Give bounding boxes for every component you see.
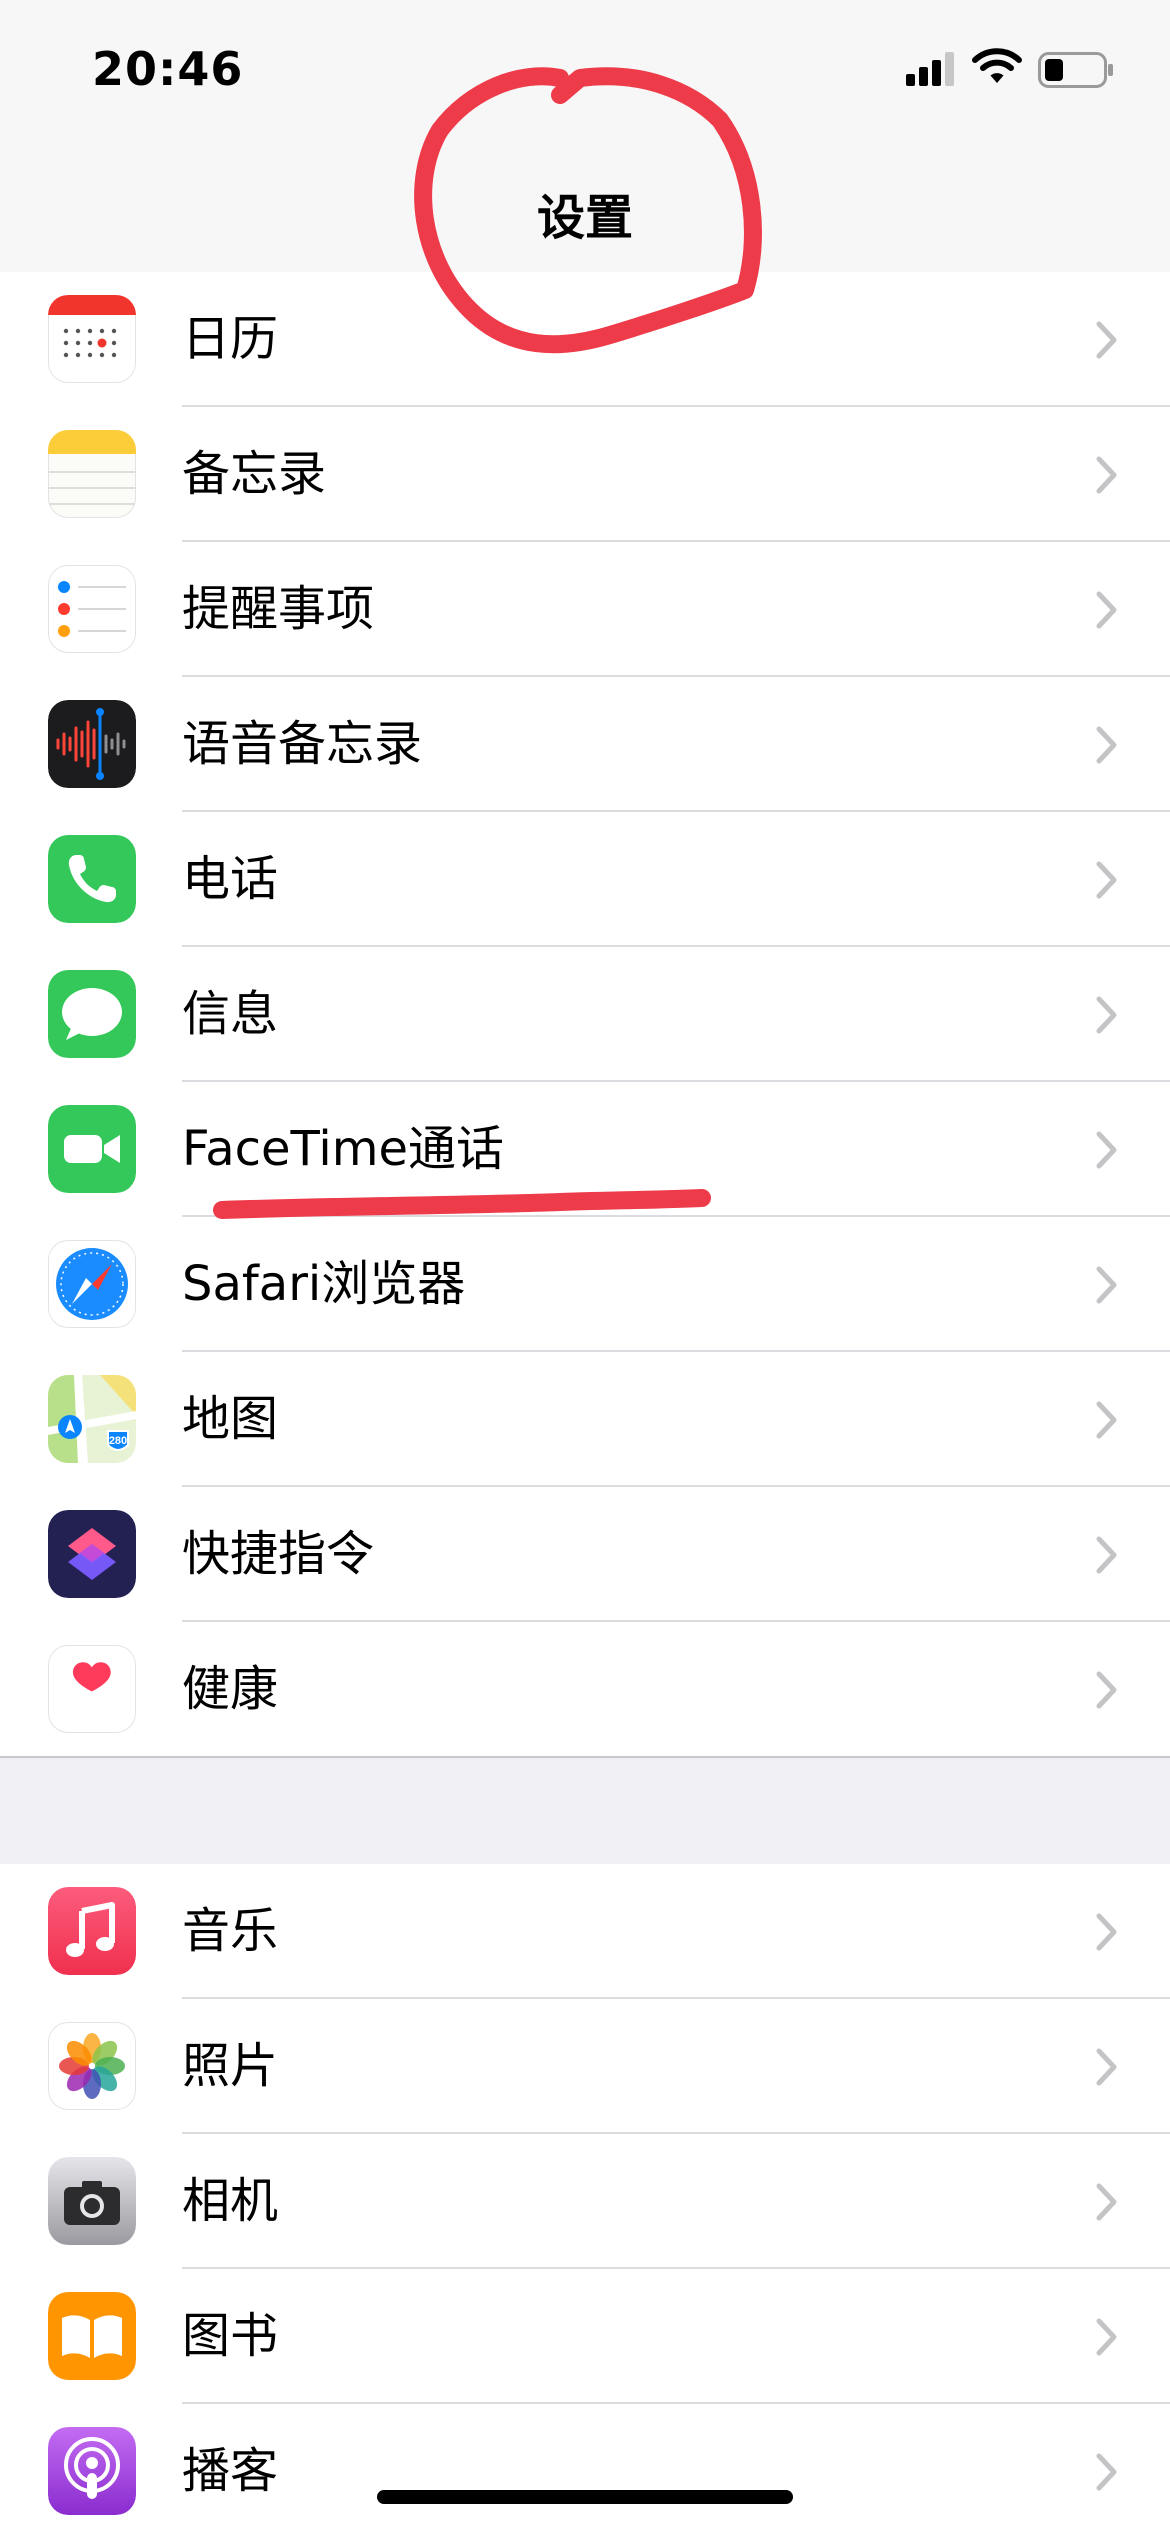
settings-row-label: 备忘录: [182, 446, 327, 502]
settings-row-label: 健康: [182, 1661, 279, 1717]
chevron-right-icon: [1096, 1671, 1117, 1709]
chevron-right-icon: [1096, 2183, 1117, 2221]
settings-row-safari[interactable]: Safari浏览器: [0, 1217, 1170, 1352]
status-time: 20:46: [92, 42, 244, 96]
settings-row-label: 相机: [182, 2173, 279, 2229]
settings-row-maps[interactable]: 280 地图: [0, 1352, 1170, 1487]
status-bar: 20:46: [0, 0, 1170, 150]
chevron-right-icon: [1096, 726, 1117, 764]
settings-row-books[interactable]: 图书: [0, 2269, 1170, 2404]
chevron-right-icon: [1096, 996, 1117, 1034]
settings-row-voice-memos[interactable]: 语音备忘录: [0, 677, 1170, 812]
music-icon: [48, 1887, 136, 1975]
notes-icon: [48, 430, 136, 518]
settings-group-apps-1: 日历 备忘录 提醒事项 语音备忘录 电话 信息 FaceTime通话 Safar…: [0, 272, 1170, 1757]
settings-row-label: Safari浏览器: [182, 1256, 466, 1312]
settings-row-label: 播客: [182, 2443, 279, 2499]
safari-icon: [48, 1240, 136, 1328]
chevron-right-icon: [1096, 1913, 1117, 1951]
settings-row-notes[interactable]: 备忘录: [0, 407, 1170, 542]
facetime-icon: [48, 1105, 136, 1193]
wifi-icon: [972, 48, 1022, 83]
settings-group-apps-2: 音乐 照片 相机 图书 播客: [0, 1864, 1170, 2539]
chevron-right-icon: [1096, 591, 1117, 629]
maps-route-badge: 280: [109, 1435, 127, 1447]
settings-row-health[interactable]: 健康: [0, 1622, 1170, 1757]
settings-row-label: 图书: [182, 2308, 279, 2364]
settings-row-label: 音乐: [182, 1903, 279, 1959]
home-indicator[interactable]: [377, 2490, 793, 2504]
camera-icon: [48, 2157, 136, 2245]
section-gap: [0, 1756, 1170, 1866]
cellular-signal-icon: [906, 52, 954, 86]
chevron-right-icon: [1096, 861, 1117, 899]
photos-icon: [48, 2022, 136, 2110]
chevron-right-icon: [1096, 321, 1117, 359]
settings-row-label: FaceTime通话: [182, 1121, 505, 1177]
phone-icon: [48, 835, 136, 923]
navigation-bar: 设置: [0, 150, 1170, 274]
settings-row-phone[interactable]: 电话: [0, 812, 1170, 947]
messages-icon: [48, 970, 136, 1058]
page-title: 设置: [536, 190, 633, 246]
settings-row-label: 语音备忘录: [182, 716, 423, 772]
settings-row-label: 地图: [182, 1391, 279, 1447]
settings-row-calendar[interactable]: 日历: [0, 272, 1170, 407]
settings-row-label: 提醒事项: [182, 581, 375, 637]
chevron-right-icon: [1096, 456, 1117, 494]
settings-row-label: 信息: [182, 986, 279, 1042]
maps-icon: 280: [48, 1375, 136, 1463]
settings-row-label: 照片: [182, 2038, 279, 2094]
chevron-right-icon: [1096, 2453, 1117, 2491]
reminders-icon: [48, 565, 136, 653]
settings-row-label: 日历: [182, 311, 279, 367]
settings-row-reminders[interactable]: 提醒事项: [0, 542, 1170, 677]
voice-memos-icon: [48, 700, 136, 788]
settings-row-podcasts[interactable]: 播客: [0, 2404, 1170, 2539]
chevron-right-icon: [1096, 2318, 1117, 2356]
chevron-right-icon: [1096, 2048, 1117, 2086]
settings-row-photos[interactable]: 照片: [0, 1999, 1170, 2134]
chevron-right-icon: [1096, 1131, 1117, 1169]
shortcuts-icon: [48, 1510, 136, 1598]
settings-row-shortcuts[interactable]: 快捷指令: [0, 1487, 1170, 1622]
chevron-right-icon: [1096, 1266, 1117, 1304]
settings-row-facetime[interactable]: FaceTime通话: [0, 1082, 1170, 1217]
settings-row-messages[interactable]: 信息: [0, 947, 1170, 1082]
settings-row-label: 电话: [182, 851, 279, 907]
podcasts-icon: [48, 2427, 136, 2515]
settings-row-label: 快捷指令: [182, 1526, 375, 1582]
battery-icon: [1038, 52, 1113, 88]
calendar-icon: [48, 295, 136, 383]
chevron-right-icon: [1096, 1536, 1117, 1574]
settings-row-camera[interactable]: 相机: [0, 2134, 1170, 2269]
settings-row-music[interactable]: 音乐: [0, 1864, 1170, 1999]
health-icon: [48, 1645, 136, 1733]
chevron-right-icon: [1096, 1401, 1117, 1439]
books-icon: [48, 2292, 136, 2380]
